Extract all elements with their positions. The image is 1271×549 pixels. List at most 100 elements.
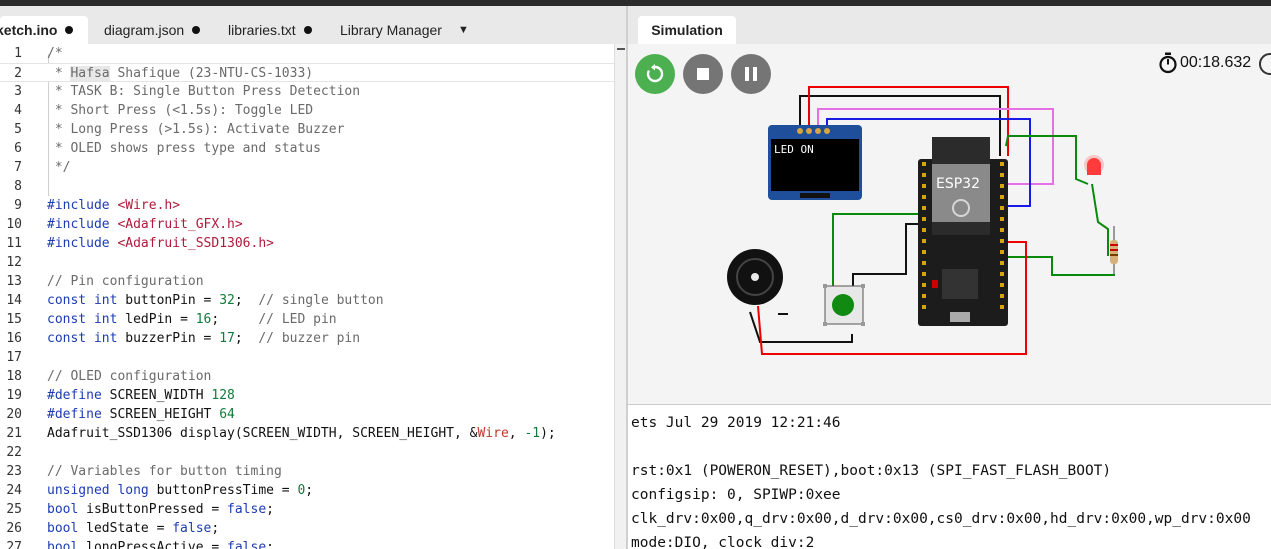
board-label: ESP32	[936, 176, 980, 192]
resistor	[1110, 226, 1118, 274]
line-number: 10	[6, 217, 22, 232]
code-text: bool longPressActive = false;	[47, 538, 274, 549]
code-line: 12	[0, 253, 614, 272]
code-editor-pane: ketch.ino diagram.json libraries.txt Lib…	[0, 6, 626, 549]
code-token: ;	[234, 331, 259, 346]
push-button	[823, 284, 865, 326]
code-token: #define	[47, 388, 102, 403]
serial-monitor[interactable]: ets Jul 29 2019 12:21:46 rst:0x1 (POWERO…	[628, 404, 1271, 549]
esp32-pin	[1000, 272, 1004, 276]
code-token: #include	[47, 217, 118, 232]
tab-simulation[interactable]: Simulation	[638, 16, 736, 44]
code-token: 64	[219, 407, 235, 422]
code-text: const int buttonPin = 32; // single butt…	[47, 291, 384, 310]
line-number: 23	[6, 464, 22, 479]
tab-diagram-json[interactable]: diagram.json	[104, 16, 201, 44]
esp32-pin	[922, 261, 926, 265]
code-token: ;	[305, 483, 314, 498]
code-token: // LED pin	[258, 312, 337, 327]
line-number: 7	[14, 160, 22, 175]
code-text: #define SCREEN_WIDTH 128	[47, 386, 235, 405]
code-line: 3 * TASK B: Single Button Press Detectio…	[0, 82, 614, 101]
code-token: 17	[219, 331, 235, 346]
code-text: #include <Wire.h>	[47, 196, 180, 215]
code-token: longPressActive =	[78, 540, 228, 549]
red-led	[1084, 155, 1104, 175]
esp32-pin	[1000, 228, 1004, 232]
esp32-pin	[1000, 250, 1004, 254]
code-token: SCREEN_WIDTH	[101, 388, 212, 403]
code-token: Shafique (23-NTU-CS-1033)	[109, 66, 314, 81]
serial-line: mode:DIO, clock div:2	[631, 535, 815, 549]
code-line: 16 const int buzzerPin = 17; // buzzer pi…	[0, 329, 614, 348]
line-number: 19	[6, 388, 22, 403]
code-text: const int buzzerPin = 17; // buzzer pin	[47, 329, 360, 348]
esp32-pin	[922, 184, 926, 188]
esp32-board: ESP32	[918, 137, 1008, 326]
esp32-pin	[922, 217, 926, 221]
code-area[interactable]: 1/* 2 * Hafsa Shafique (23-NTU-CS-1033) …	[0, 44, 614, 549]
code-text: const int ledPin = 16; // LED pin	[47, 310, 337, 329]
tab-label: Library Manager	[340, 22, 442, 38]
code-token: unsigned long	[47, 483, 149, 498]
esp32-pin	[1000, 184, 1004, 188]
code-token: 32	[219, 293, 235, 308]
tab-libraries-txt[interactable]: libraries.txt	[228, 16, 312, 44]
line-number: 1	[14, 46, 22, 61]
esp32-pin	[1000, 173, 1004, 177]
code-token: buzzerPin =	[117, 331, 220, 346]
oled-text: LED ON	[774, 143, 814, 156]
code-token: ;	[211, 312, 259, 327]
tab-library-manager[interactable]: Library Manager	[340, 16, 442, 44]
line-number: 9	[14, 198, 22, 213]
highlighted-word: Hafsa	[70, 66, 110, 81]
serial-line: configsip: 0, SPIWP:0xee	[631, 487, 841, 503]
simulation-pane: Simulation 00:18.632 LED ON ESP32 ets Ju…	[628, 6, 1271, 549]
code-token: const int	[47, 331, 118, 346]
line-number: 24	[6, 483, 22, 498]
app-window: ketch.ino diagram.json libraries.txt Lib…	[0, 0, 1271, 549]
code-line: 20 #define SCREEN_HEIGHT 64	[0, 405, 614, 424]
code-text: #include <Adafruit_SSD1306.h>	[47, 234, 274, 253]
serial-line: clk_drv:0x00,q_drv:0x00,d_drv:0x00,cs0_d…	[631, 511, 1251, 527]
code-token: buttonPin =	[117, 293, 220, 308]
code-line: 25 bool isButtonPressed = false;	[0, 500, 614, 519]
code-line: 22	[0, 443, 614, 462]
code-line: 8	[0, 177, 614, 196]
esp32-pin	[1000, 261, 1004, 265]
code-text: * Short Press (<1.5s): Toggle LED	[47, 103, 314, 118]
code-token: // single button	[258, 293, 384, 308]
code-line: 5 * Long Press (>1.5s): Activate Buzzer	[0, 120, 614, 139]
tab-label: libraries.txt	[228, 22, 296, 38]
editor-scrollbar[interactable]	[614, 44, 626, 549]
code-token: ;	[266, 502, 274, 517]
line-number: 14	[6, 293, 22, 308]
line-number: 26	[6, 521, 22, 536]
serial-line: rst:0x1 (POWERON_RESET),boot:0x13 (SPI_F…	[631, 463, 1112, 479]
simulation-canvas[interactable]: 00:18.632 LED ON ESP32	[628, 44, 1271, 404]
code-text: * Long Press (>1.5s): Activate Buzzer	[47, 122, 345, 137]
line-number: 5	[14, 122, 22, 137]
code-token: #define	[47, 407, 102, 422]
line-number: 21	[6, 426, 22, 441]
code-line: 9 #include <Wire.h>	[0, 196, 614, 215]
esp32-pin	[922, 294, 926, 298]
code-token: <Adafruit_GFX.h>	[117, 217, 243, 232]
code-text: * OLED shows press type and status	[47, 141, 321, 156]
line-number: 2	[14, 66, 22, 81]
buzzer	[727, 249, 783, 305]
esp32-pin	[922, 250, 926, 254]
line-number: 8	[14, 179, 22, 194]
tab-sketch-ino[interactable]: ketch.ino	[0, 16, 88, 44]
code-token: const int	[47, 312, 118, 327]
line-number: 15	[6, 312, 22, 327]
tab-label: diagram.json	[104, 22, 185, 38]
code-line: 26 bool ledState = false;	[0, 519, 614, 538]
esp32-pin	[922, 162, 926, 166]
code-token: isButtonPressed =	[78, 502, 228, 517]
code-token: false	[172, 521, 212, 536]
code-token: Adafruit_SSD1306 display(SCREEN_WIDTH, S…	[47, 426, 478, 441]
code-line: 13 // Pin configuration	[0, 272, 614, 291]
esp32-pin	[1000, 217, 1004, 221]
tabs-dropdown-button[interactable]: ▼	[458, 16, 469, 44]
